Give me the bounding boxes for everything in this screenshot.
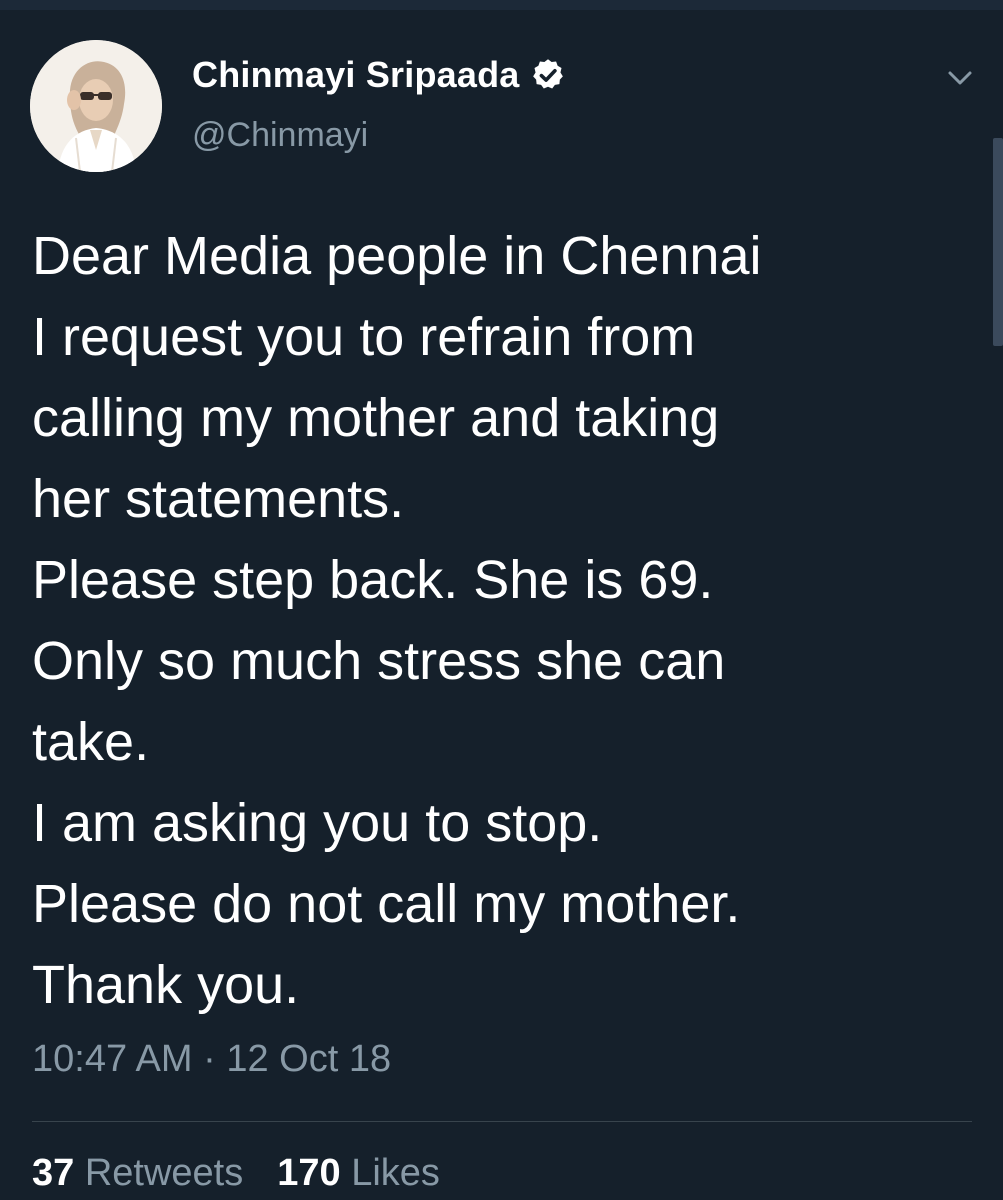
author-display-name-row[interactable]: Chinmayi Sripaada [192,54,566,96]
tweet-text: Dear Media people in Chennai I request y… [32,216,972,1026]
tweet-text-line: Thank you. [32,955,300,1015]
tweet-text-line: take. [32,712,150,772]
likes-stat[interactable]: 170 Likes [277,1152,440,1195]
retweets-count: 37 [32,1152,85,1194]
tweet-text-line: I request you to refrain from [32,307,696,367]
author-handle[interactable]: @Chinmayi [192,116,368,155]
tweet-text-line: I am asking you to stop. [32,793,603,853]
retweets-stat[interactable]: 37 Retweets [32,1152,243,1195]
tweet-text-line: her statements. [32,469,405,529]
scrollbar-thumb[interactable] [993,138,1003,346]
tweet-timestamp[interactable]: 10:47 AM · 12 Oct 18 [32,1038,391,1081]
likes-label: Likes [351,1152,440,1194]
author-display-name[interactable]: Chinmayi Sripaada [192,54,520,96]
chevron-down-icon[interactable] [944,62,976,94]
retweets-label: Retweets [84,1152,244,1194]
likes-count: 170 [277,1152,352,1194]
profile-photo [30,40,162,172]
tweet-text-line: Please step back. She is 69. [32,550,714,610]
tweet-stats: 37 Retweets 170 Likes [32,1152,474,1195]
top-bar-strip [0,0,1003,10]
avatar[interactable] [30,40,162,172]
tweet-text-line: calling my mother and taking [32,388,720,448]
tweet-text-line: Dear Media people in Chennai [32,226,762,286]
tweet-text-line: Please do not call my mother. [32,874,741,934]
verified-badge-icon [530,57,566,93]
divider [32,1121,972,1122]
tweet-text-line: Only so much stress she can [32,631,726,691]
